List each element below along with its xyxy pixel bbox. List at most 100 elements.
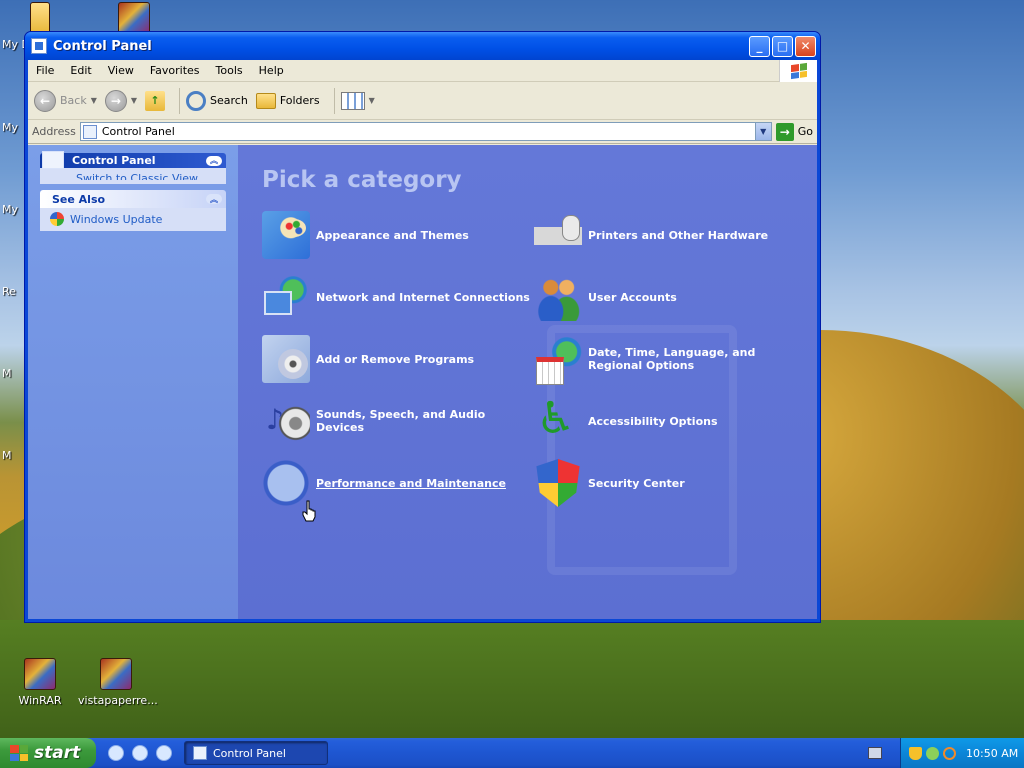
desktop-label-edge-5[interactable]: M (2, 367, 12, 380)
category-label: Appearance and Themes (316, 228, 469, 242)
show-desktop-icon[interactable] (132, 745, 148, 761)
address-dropdown-icon[interactable]: ▼ (754, 123, 771, 140)
menu-favorites[interactable]: Favorites (142, 64, 208, 77)
start-button[interactable]: start (0, 738, 96, 768)
folder-icon (30, 2, 50, 34)
menu-tools[interactable]: Tools (208, 64, 251, 77)
desktop-label-my-network[interactable]: My (2, 203, 18, 216)
see-also-title: See Also (52, 192, 106, 206)
desktop-icon-winrar[interactable]: WinRAR (2, 658, 78, 707)
back-button[interactable]: ← Back ▼ (34, 89, 97, 112)
search-button[interactable]: Search (186, 90, 248, 111)
views-icon (340, 91, 365, 110)
search-label: Search (210, 94, 248, 107)
hand-pointer-icon (302, 500, 316, 522)
address-bar: Address Control Panel ▼ → Go (28, 120, 817, 144)
control-panel-box-body: Switch to Classic View (40, 168, 226, 184)
desktop-icon-vistapaperre[interactable]: vistapaperre... (78, 658, 158, 707)
desktop-label-edge-6[interactable]: M (2, 449, 12, 462)
category-label: Sounds, Speech, and Audio Devices (316, 408, 486, 434)
desktop-label-recycle-bin[interactable]: Re (2, 285, 16, 298)
taskbar-button-control-panel[interactable]: Control Panel (184, 741, 328, 765)
see-also-header[interactable]: See Also ︽ (40, 190, 226, 208)
see-also-box: See Also ︽ Windows Update (40, 190, 226, 231)
views-button[interactable]: ▼ (340, 91, 375, 110)
desktop-icon-label: vistapaperre... (78, 694, 158, 707)
content-area: Control Panel ︽ Switch to Classic View S… (28, 145, 817, 619)
category-label: User Accounts (588, 290, 677, 304)
control-panel-box-header[interactable]: Control Panel ︽ (40, 151, 226, 169)
internet-explorer-icon[interactable] (108, 745, 124, 761)
desktop-icon-label: WinRAR (18, 694, 62, 707)
go-arrow-icon: → (775, 122, 794, 141)
forward-dropdown-icon[interactable]: ▼ (131, 96, 137, 105)
clock[interactable]: 10:50 AM (966, 747, 1018, 760)
winrar-archive-icon (100, 658, 132, 690)
up-button[interactable]: ↑ (145, 90, 166, 111)
folder-up-icon: ↑ (145, 90, 166, 111)
back-label: Back (60, 94, 87, 107)
control-panel-box-title: Control Panel (72, 154, 156, 167)
menu-bar: File Edit View Favorites Tools Help (28, 59, 817, 82)
winrar-icon (24, 658, 56, 690)
system-tray: 10:50 AM (900, 738, 1024, 768)
accessibility-icon (534, 395, 582, 445)
address-value: Control Panel (101, 125, 175, 138)
category-appearance-themes[interactable]: Appearance and Themes (262, 211, 534, 259)
page-title: Pick a category (262, 167, 462, 193)
collapse-chevron-icon[interactable]: ︽ (206, 194, 222, 204)
folders-icon (255, 92, 276, 109)
windows-logo (779, 59, 817, 82)
folders-button[interactable]: Folders (255, 92, 320, 109)
toolbar-separator (333, 87, 335, 114)
forward-arrow-icon: → (104, 89, 127, 112)
appearance-themes-icon (262, 211, 310, 259)
go-button[interactable]: → Go (775, 122, 813, 141)
maximize-button[interactable]: □ (772, 35, 793, 57)
network-icon (262, 273, 310, 321)
forward-button[interactable]: → ▼ (104, 89, 137, 112)
security-alert-icon[interactable] (909, 746, 922, 760)
category-add-remove-programs[interactable]: Add or Remove Programs (262, 335, 534, 383)
category-sounds-audio[interactable]: Sounds, Speech, and Audio Devices (262, 397, 534, 445)
control-panel-icon (31, 38, 47, 54)
windows-update-link[interactable]: Windows Update (50, 211, 216, 227)
windows-update-label: Windows Update (70, 212, 163, 226)
control-panel-icon (82, 124, 97, 139)
printer-icon (534, 211, 582, 259)
winrar-archive-icon (118, 2, 150, 34)
menu-view[interactable]: View (100, 64, 142, 77)
search-tray-icon[interactable] (943, 746, 956, 760)
category-label: Network and Internet Connections (316, 290, 530, 304)
title-bar[interactable]: Control Panel _ □ ✕ (25, 32, 820, 60)
window-client: File Edit View Favorites Tools Help ← Ba… (28, 59, 817, 619)
language-bar-icon[interactable] (868, 747, 882, 759)
back-dropdown-icon[interactable]: ▼ (91, 96, 97, 105)
media-player-icon[interactable] (156, 745, 172, 761)
minimize-button[interactable]: _ (749, 35, 770, 57)
category-printers-hardware[interactable]: Printers and Other Hardware (534, 211, 806, 259)
control-panel-icon (42, 151, 64, 169)
control-panel-icon (193, 746, 207, 760)
menu-file[interactable]: File (28, 64, 62, 77)
views-dropdown-icon: ▼ (368, 96, 375, 105)
windows-flag-icon (10, 745, 28, 761)
network-status-icon[interactable] (926, 746, 939, 760)
menu-help[interactable]: Help (251, 64, 292, 77)
address-label: Address (32, 125, 76, 138)
window-title: Control Panel (53, 38, 152, 54)
close-button[interactable]: ✕ (795, 35, 816, 57)
standard-toolbar: ← Back ▼ → ▼ ↑ Search Folders ▼ (28, 82, 817, 120)
category-user-accounts[interactable]: User Accounts (534, 273, 806, 321)
folders-label: Folders (279, 94, 320, 107)
category-label: Printers and Other Hardware (588, 228, 769, 242)
address-input[interactable]: Control Panel ▼ (79, 122, 772, 141)
desktop-label-my-computer[interactable]: My (2, 121, 18, 134)
switch-to-classic-view-link[interactable]: Switch to Classic View (50, 171, 216, 180)
search-icon (186, 90, 207, 111)
menu-edit[interactable]: Edit (62, 64, 99, 77)
taskbar-button-label: Control Panel (213, 746, 286, 760)
collapse-chevron-icon[interactable]: ︽ (206, 155, 222, 166)
taskbar: start Control Panel 10:50 AM (0, 738, 1024, 768)
category-network-internet[interactable]: Network and Internet Connections (262, 273, 534, 321)
